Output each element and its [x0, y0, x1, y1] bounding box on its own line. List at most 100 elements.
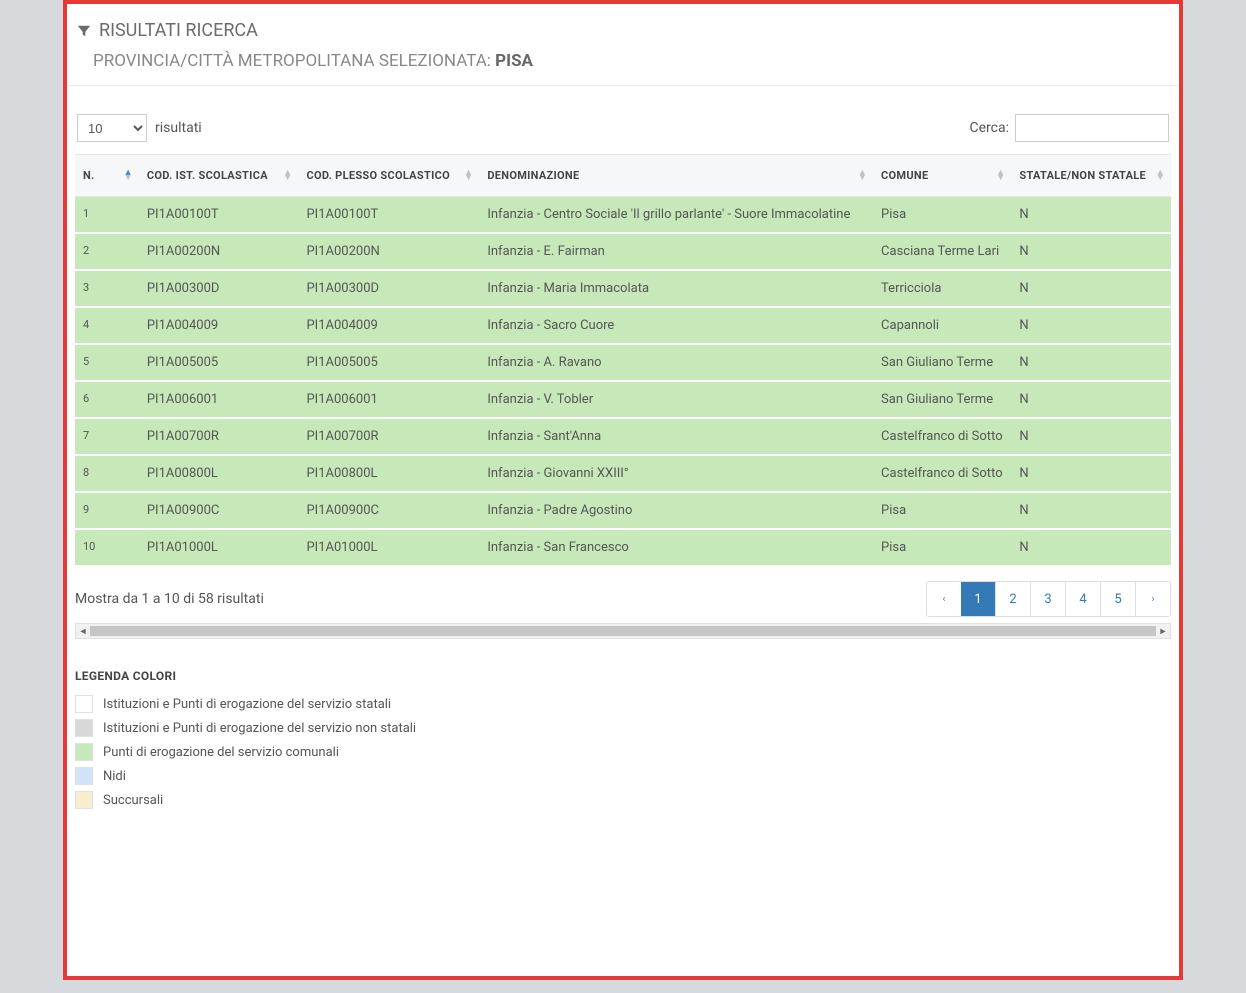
table-row[interactable]: 3PI1A00300DPI1A00300DInfanzia - Maria Im… — [75, 270, 1171, 307]
results-card-title: RISULTATI RICERCA — [77, 20, 1171, 41]
legend-label: Succursali — [103, 793, 163, 808]
cell-statale: N — [1011, 418, 1171, 455]
sort-icon: ▲▼ — [283, 171, 292, 181]
sort-icon: ▲▼ — [996, 171, 1005, 181]
cell-statale: N — [1011, 344, 1171, 381]
cell-cod-plesso: PI1A006001 — [298, 381, 479, 418]
page-1-button[interactable]: 1 — [961, 582, 995, 616]
cell-cod-plesso: PI1A004009 — [298, 307, 479, 344]
cell-statale: N — [1011, 233, 1171, 270]
cell-statale: N — [1011, 307, 1171, 344]
cell-cod-ist: PI1A00200N — [139, 233, 299, 270]
cell-n: 1 — [75, 197, 139, 234]
page-prev-button[interactable]: ‹ — [927, 582, 961, 616]
cell-denominazione: Infanzia - Centro Sociale 'Il grillo par… — [479, 197, 873, 234]
col-header-n[interactable]: N.▲▼ — [75, 155, 139, 197]
cell-statale: N — [1011, 381, 1171, 418]
cell-comune: Casciana Terme Lari — [873, 233, 1011, 270]
table-row[interactable]: 7PI1A00700RPI1A00700RInfanzia - Sant'Ann… — [75, 418, 1171, 455]
cell-denominazione: Infanzia - Sant'Anna — [479, 418, 873, 455]
scroll-right-icon: ► — [1156, 626, 1170, 637]
legend-label: Nidi — [103, 769, 126, 784]
table-row[interactable]: 5PI1A005005PI1A005005Infanzia - A. Ravan… — [75, 344, 1171, 381]
sort-icon: ▲▼ — [464, 171, 473, 181]
subtitle: PROVINCIA/CITTÀ METROPOLITANA SELEZIONAT… — [93, 51, 1171, 71]
legend-swatch — [75, 719, 93, 737]
cell-comune: Pisa — [873, 197, 1011, 234]
page-next-button[interactable]: › — [1135, 582, 1170, 616]
table-row[interactable]: 10PI1A01000LPI1A01000LInfanzia - San Fra… — [75, 529, 1171, 566]
subtitle-value: PISA — [495, 51, 533, 71]
col-header-denominazione[interactable]: DENOMINAZIONE▲▼ — [479, 155, 873, 197]
legend-item: Istituzioni e Punti di erogazione del se… — [75, 695, 1171, 713]
table-row[interactable]: 2PI1A00200NPI1A00200NInfanzia - E. Fairm… — [75, 233, 1171, 270]
cell-cod-ist: PI1A00800L — [139, 455, 299, 492]
cell-n: 8 — [75, 455, 139, 492]
cell-statale: N — [1011, 492, 1171, 529]
cell-comune: Pisa — [873, 492, 1011, 529]
cell-denominazione: Infanzia - Padre Agostino — [479, 492, 873, 529]
cell-denominazione: Infanzia - Maria Immacolata — [479, 270, 873, 307]
chevron-left-icon: ‹ — [942, 594, 945, 605]
cell-cod-plesso: PI1A00200N — [298, 233, 479, 270]
cell-statale: N — [1011, 270, 1171, 307]
cell-denominazione: Infanzia - San Francesco — [479, 529, 873, 566]
cell-comune: San Giuliano Terme — [873, 381, 1011, 418]
legend-swatch — [75, 695, 93, 713]
results-info: Mostra da 1 a 10 di 58 risultati — [75, 591, 264, 607]
cell-cod-plesso: PI1A00900C — [298, 492, 479, 529]
cell-cod-ist: PI1A006001 — [139, 381, 299, 418]
cell-comune: Pisa — [873, 529, 1011, 566]
cell-statale: N — [1011, 455, 1171, 492]
subtitle-prefix: PROVINCIA/CITTÀ METROPOLITANA SELEZIONAT… — [93, 51, 495, 71]
col-header-comune[interactable]: COMUNE▲▼ — [873, 155, 1011, 197]
table-row[interactable]: 8PI1A00800LPI1A00800LInfanzia - Giovanni… — [75, 455, 1171, 492]
scroll-track[interactable] — [90, 626, 1156, 636]
table-row[interactable]: 1PI1A00100TPI1A00100TInfanzia - Centro S… — [75, 197, 1171, 234]
col-header-statale[interactable]: STATALE/NON STATALE▲▼ — [1011, 155, 1171, 197]
cell-denominazione: Infanzia - Sacro Cuore — [479, 307, 873, 344]
sort-icon: ▲▼ — [124, 171, 133, 181]
legend-label: Punti di erogazione del servizio comunal… — [103, 745, 339, 760]
cell-denominazione: Infanzia - A. Ravano — [479, 344, 873, 381]
cell-cod-ist: PI1A00900C — [139, 492, 299, 529]
table-row[interactable]: 9PI1A00900CPI1A00900CInfanzia - Padre Ag… — [75, 492, 1171, 529]
cell-cod-ist: PI1A005005 — [139, 344, 299, 381]
sort-icon: ▲▼ — [1156, 171, 1165, 181]
cell-cod-plesso: PI1A00100T — [298, 197, 479, 234]
legend-item: Punti di erogazione del servizio comunal… — [75, 743, 1171, 761]
legend-swatch — [75, 743, 93, 761]
search-label: Cerca: — [970, 120, 1009, 136]
cell-denominazione: Infanzia - V. Tobler — [479, 381, 873, 418]
table-row[interactable]: 6PI1A006001PI1A006001Infanzia - V. Toble… — [75, 381, 1171, 418]
cell-n: 2 — [75, 233, 139, 270]
cell-cod-plesso: PI1A005005 — [298, 344, 479, 381]
cell-cod-plesso: PI1A00800L — [298, 455, 479, 492]
page-4-button[interactable]: 4 — [1065, 582, 1100, 616]
cell-n: 10 — [75, 529, 139, 566]
cell-denominazione: Infanzia - Giovanni XXIII° — [479, 455, 873, 492]
cell-cod-ist: PI1A01000L — [139, 529, 299, 566]
cell-n: 9 — [75, 492, 139, 529]
cell-n: 6 — [75, 381, 139, 418]
cell-cod-ist: PI1A00300D — [139, 270, 299, 307]
pagination: ‹ 12345 › — [926, 581, 1171, 617]
search-input[interactable] — [1015, 114, 1169, 142]
filter-icon — [77, 24, 91, 38]
cell-cod-ist: PI1A00100T — [139, 197, 299, 234]
cell-comune: San Giuliano Terme — [873, 344, 1011, 381]
col-header-cod-plesso[interactable]: COD. PLESSO SCOLASTICO▲▼ — [298, 155, 479, 197]
cell-statale: N — [1011, 529, 1171, 566]
legend-title: LEGENDA COLORI — [75, 669, 1171, 683]
page-2-button[interactable]: 2 — [995, 582, 1030, 616]
cell-comune: Castelfranco di Sotto — [873, 418, 1011, 455]
sort-icon: ▲▼ — [858, 171, 867, 181]
horizontal-scrollbar[interactable]: ◄ ► — [75, 623, 1171, 639]
page-length-suffix: risultati — [155, 120, 202, 136]
cell-comune: Capannoli — [873, 307, 1011, 344]
page-5-button[interactable]: 5 — [1100, 582, 1135, 616]
page-3-button[interactable]: 3 — [1030, 582, 1065, 616]
col-header-cod-ist[interactable]: COD. IST. SCOLASTICA▲▼ — [139, 155, 299, 197]
table-row[interactable]: 4PI1A004009PI1A004009Infanzia - Sacro Cu… — [75, 307, 1171, 344]
page-length-select[interactable]: 10 — [77, 114, 147, 142]
